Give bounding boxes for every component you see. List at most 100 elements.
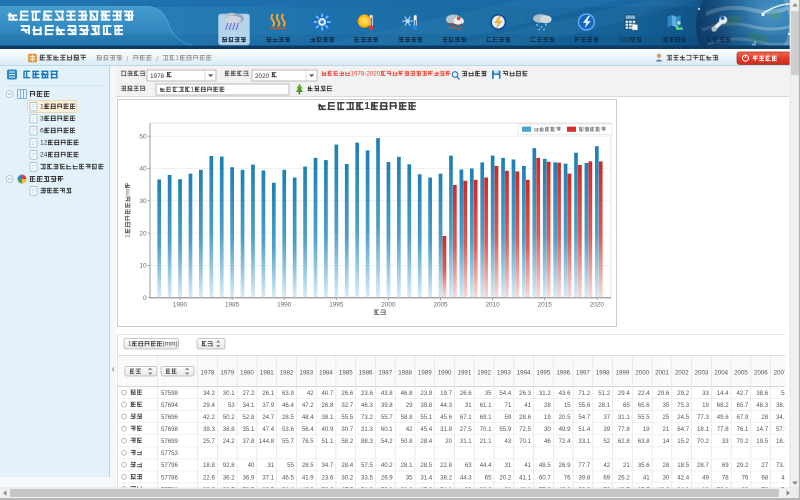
svg-text:39.8: 39.8: [420, 402, 432, 409]
svg-text:46.8: 46.8: [401, 390, 413, 397]
svg-text:34.7: 34.7: [322, 462, 334, 469]
svg-text:14: 14: [663, 438, 670, 445]
svg-text:73.2: 73.2: [361, 414, 373, 421]
svg-text:1987: 1987: [378, 370, 392, 377]
svg-text:28.5: 28.5: [302, 462, 314, 469]
svg-text:1993: 1993: [497, 370, 511, 377]
svg-text:1991: 1991: [458, 370, 472, 377]
svg-text:22.8: 22.8: [440, 462, 452, 469]
svg-text:48.4: 48.4: [302, 414, 314, 421]
svg-text:40.2: 40.2: [381, 462, 393, 469]
svg-text:37.8: 37.8: [243, 438, 255, 445]
svg-text:1985: 1985: [225, 302, 240, 309]
svg-text:76: 76: [564, 474, 571, 481]
svg-text:57796: 57796: [161, 462, 179, 469]
svg-text:42.2: 42.2: [203, 414, 215, 421]
svg-text:57753: 57753: [161, 450, 179, 457]
svg-text:19.7: 19.7: [440, 390, 452, 397]
svg-text:77.8: 77.8: [717, 426, 729, 433]
svg-text:42.4: 42.4: [677, 474, 689, 481]
svg-text:31.1: 31.1: [460, 438, 472, 445]
svg-text:47.4: 47.4: [262, 426, 274, 433]
svg-text:68.2: 68.2: [717, 402, 729, 409]
svg-text:21: 21: [663, 426, 670, 433]
svg-text:31: 31: [465, 402, 472, 409]
svg-text:70.1: 70.1: [480, 426, 492, 433]
svg-text:1978: 1978: [201, 370, 215, 377]
svg-text:GIS: GIS: [619, 37, 631, 44]
svg-text:31.4: 31.4: [420, 474, 432, 481]
svg-text:1984: 1984: [319, 370, 333, 377]
svg-text:71.2: 71.2: [578, 390, 590, 397]
svg-text:1980: 1980: [240, 370, 254, 377]
svg-text:48.3: 48.3: [756, 402, 768, 409]
svg-text:1997: 1997: [576, 370, 590, 377]
svg-text:26.6: 26.6: [341, 390, 353, 397]
svg-text:30: 30: [544, 426, 551, 433]
svg-text:144.8: 144.8: [259, 438, 275, 445]
svg-text:60.1: 60.1: [381, 426, 393, 433]
svg-text:50.2: 50.2: [223, 414, 235, 421]
svg-text:34.2: 34.2: [203, 390, 215, 397]
svg-text:28.5: 28.5: [282, 414, 294, 421]
svg-text:23.6: 23.6: [322, 474, 334, 481]
svg-text:37.1: 37.1: [262, 474, 274, 481]
svg-text:0: 0: [143, 295, 147, 302]
svg-text:1983: 1983: [299, 370, 313, 377]
svg-text:55.9: 55.9: [499, 426, 511, 433]
svg-text:44.3: 44.3: [460, 474, 472, 481]
svg-text:47.2: 47.2: [302, 402, 314, 409]
svg-text:30: 30: [139, 198, 147, 205]
svg-text:2004: 2004: [714, 370, 728, 377]
svg-text:41: 41: [643, 474, 650, 481]
svg-text:26.1: 26.1: [262, 390, 274, 397]
svg-text:40: 40: [139, 166, 147, 173]
svg-text:44.4: 44.4: [480, 462, 492, 469]
svg-text:20.5: 20.5: [559, 414, 571, 421]
svg-text:55.7: 55.7: [282, 438, 294, 445]
svg-text:49: 49: [702, 474, 709, 481]
svg-text:28: 28: [663, 462, 670, 469]
svg-text:42: 42: [603, 462, 610, 469]
svg-text:55.6: 55.6: [578, 402, 590, 409]
svg-text:52: 52: [603, 438, 610, 445]
svg-text:35.6: 35.6: [638, 462, 650, 469]
svg-text:25: 25: [663, 414, 670, 421]
svg-text:77.7: 77.7: [578, 462, 590, 469]
svg-text:39: 39: [603, 426, 610, 433]
svg-text:26.9: 26.9: [381, 474, 393, 481]
svg-text:33.1: 33.1: [578, 438, 590, 445]
svg-text:19: 19: [702, 402, 709, 409]
svg-text:6: 6: [40, 128, 44, 135]
svg-text:58.2: 58.2: [341, 438, 353, 445]
svg-text:50.8: 50.8: [401, 438, 413, 445]
svg-text:64.7: 64.7: [677, 426, 689, 433]
svg-text:24.2: 24.2: [223, 438, 235, 445]
svg-text:77.3: 77.3: [697, 414, 709, 421]
svg-text:42.7: 42.7: [737, 390, 749, 397]
svg-text:65: 65: [485, 474, 492, 481]
svg-text:31: 31: [267, 462, 274, 469]
svg-text:26.9: 26.9: [559, 462, 571, 469]
svg-text:(mm): (mm): [163, 341, 178, 348]
svg-text:36.9: 36.9: [243, 474, 255, 481]
svg-text:28.4: 28.4: [341, 462, 353, 469]
svg-text:2000: 2000: [635, 370, 649, 377]
svg-text:1995: 1995: [537, 370, 551, 377]
svg-text:65: 65: [623, 402, 630, 409]
svg-text:35: 35: [663, 402, 670, 409]
svg-text:31.1: 31.1: [618, 414, 630, 421]
svg-text:42: 42: [307, 390, 314, 397]
svg-text:54.4: 54.4: [499, 390, 511, 397]
svg-text:23.6: 23.6: [361, 390, 373, 397]
svg-text:40.7: 40.7: [322, 390, 334, 397]
svg-text:30.2: 30.2: [341, 474, 353, 481]
svg-text:57694: 57694: [161, 402, 179, 409]
svg-text:1981: 1981: [260, 370, 274, 377]
svg-text:57698: 57698: [161, 426, 179, 433]
svg-text:18.5: 18.5: [677, 462, 689, 469]
svg-text:19.5: 19.5: [756, 438, 768, 445]
svg-text:54.2: 54.2: [381, 438, 393, 445]
svg-text:40.9: 40.9: [322, 426, 334, 433]
svg-text:28: 28: [761, 414, 768, 421]
